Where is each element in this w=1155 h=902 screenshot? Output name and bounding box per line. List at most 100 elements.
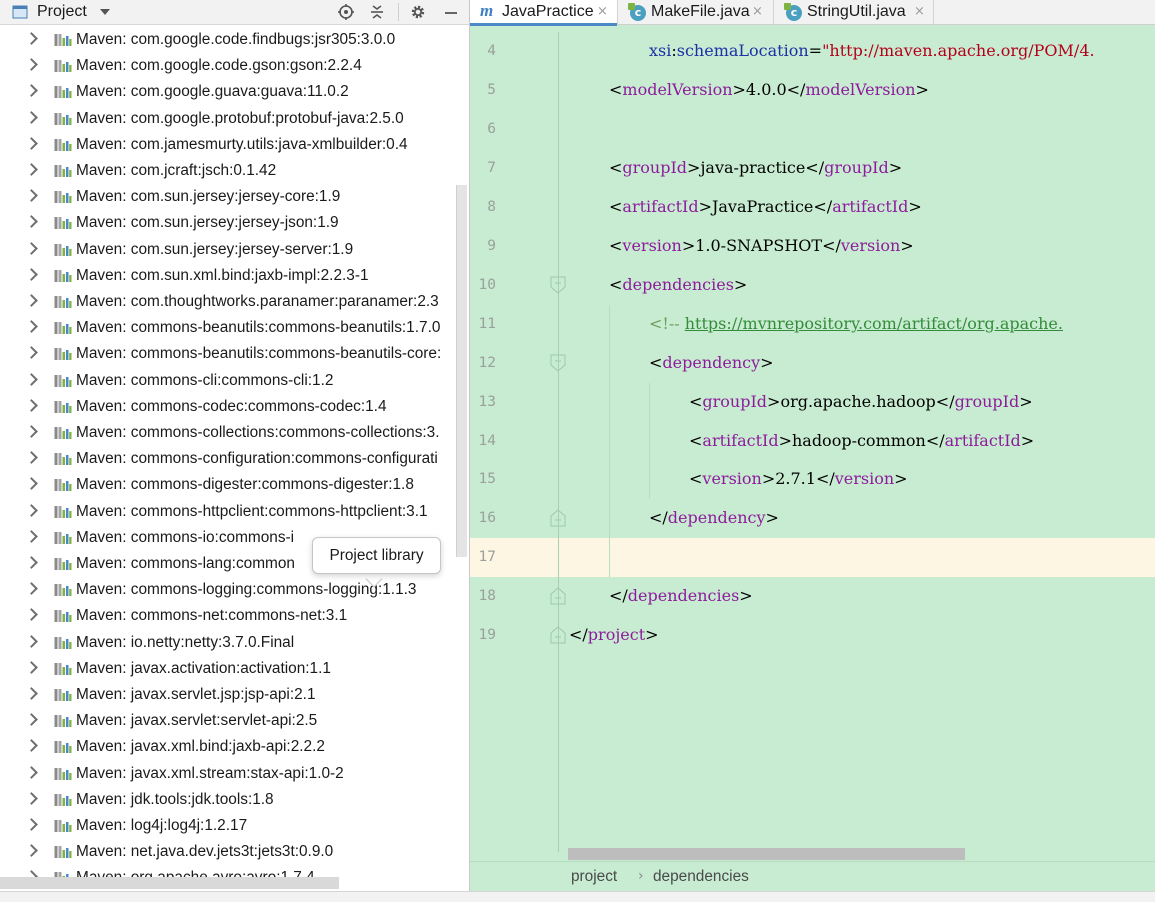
code-editor[interactable]: 4 xsi:schemaLocation="http://maven.apache… [470,32,1155,852]
editor-horizontal-scrollbar[interactable] [568,848,965,860]
close-icon[interactable]: × [597,4,608,20]
tree-item-library[interactable]: Maven: com.sun.xml.bind:jaxb-impl:2.2.3-… [0,263,469,289]
tree-item-library[interactable]: Maven: net.java.dev.jets3t:jets3t:0.9.0 [0,839,469,865]
expand-arrow-icon[interactable] [25,189,38,203]
tree-item-library[interactable]: Maven: javax.xml.bind:jaxb-api:2.2.2 [0,734,469,760]
code-line[interactable]: 9 <version>1.0-SNAPSHOT</version> [470,227,1155,266]
expand-arrow-icon[interactable] [25,58,38,72]
tree-item-library[interactable]: Maven: com.sun.jersey:jersey-core:1.9 [0,184,469,210]
expand-arrow-icon[interactable] [25,136,38,150]
vertical-scrollbar[interactable] [456,185,467,557]
horizontal-scrollbar[interactable] [0,877,339,889]
gear-icon[interactable] [410,4,426,20]
close-icon[interactable]: × [752,4,763,20]
tree-item-library[interactable]: Maven: commons-logging:commons-logging:1… [0,577,469,603]
expand-arrow-icon[interactable] [25,346,38,360]
expand-arrow-icon[interactable] [25,529,38,543]
code-token[interactable]: https://mvnrepository.com/artifact/org.a… [685,314,1063,333]
tree-item-library[interactable]: Maven: commons-beanutils:commons-beanuti… [0,315,469,341]
expand-arrow-icon[interactable] [25,215,38,229]
code-line[interactable]: 14 <artifactId>hadoop-common</artifactId> [470,422,1155,461]
tree-item-library[interactable]: Maven: javax.servlet.jsp:jsp-api:2.1 [0,682,469,708]
expand-arrow-icon[interactable] [25,163,38,176]
line-code: </project> [569,624,659,646]
expand-arrow-icon[interactable] [25,372,38,386]
code-line[interactable]: 8 <artifactId>JavaPractice</artifactId> [470,188,1155,227]
expand-arrow-icon[interactable] [25,320,38,334]
expand-arrow-icon[interactable] [25,398,38,412]
code-line[interactable]: 4 xsi:schemaLocation="http://maven.apache… [470,32,1155,71]
code-line[interactable]: 12 <dependency> [470,344,1155,383]
tree-item-library[interactable]: Maven: log4j:log4j:1.2.17 [0,813,469,839]
tree-item-library[interactable]: Maven: jdk.tools:jdk.tools:1.8 [0,787,469,813]
tree-item-library[interactable]: Maven: com.google.guava:guava:11.0.2 [0,79,469,105]
code-line[interactable]: 5 <modelVersion>4.0.0</modelVersion> [470,71,1155,110]
tree-item-library[interactable]: Maven: com.jamesmurty.utils:java-xmlbuil… [0,132,469,158]
tree-item-library[interactable]: Maven: com.sun.jersey:jersey-json:1.9 [0,210,469,236]
tree-item-library[interactable]: Maven: io.netty:netty:3.7.0.Final [0,630,469,656]
code-line[interactable]: 7 <groupId>java-practice</groupId> [470,149,1155,188]
expand-arrow-icon[interactable] [25,503,38,517]
expand-arrow-icon[interactable] [25,582,38,596]
library-icon [54,583,72,597]
tree-item-library[interactable]: Maven: com.google.code.findbugs:jsr305:3… [0,27,469,53]
tree-item-library[interactable]: Maven: com.jcraft:jsch:0.1.42 [0,158,469,184]
close-icon[interactable]: × [914,4,925,20]
tree-item-library[interactable]: Maven: commons-configuration:commons-con… [0,446,469,472]
tree-item-library[interactable]: Maven: commons-beanutils:commons-beanuti… [0,341,469,367]
expand-arrow-icon[interactable] [25,425,38,438]
breadcrumb-project[interactable]: project [571,867,617,887]
tree-item-library[interactable]: Maven: commons-digester:commons-digester… [0,472,469,498]
tab-makefile-java[interactable]: c MakeFile.java × [618,0,774,25]
tree-item-library[interactable]: Maven: javax.activation:activation:1.1 [0,656,469,682]
tab-javapractice[interactable]: m JavaPractice × [470,0,618,26]
tree-item-library[interactable]: Maven: commons-net:commons-net:3.1 [0,603,469,629]
expand-arrow-icon[interactable] [25,110,38,124]
code-line[interactable]: 16 </dependency> [470,499,1155,538]
expand-arrow-icon[interactable] [25,84,38,98]
expand-arrow-icon[interactable] [25,818,38,831]
expand-arrow-icon[interactable] [25,739,38,753]
tree-item-library[interactable]: Maven: javax.xml.stream:stax-api:1.0-2 [0,761,469,787]
expand-arrow-icon[interactable] [25,32,38,45]
dropdown-arrow-icon[interactable] [100,9,110,15]
code-line[interactable]: 10 <dependencies> [470,266,1155,305]
expand-arrow-icon[interactable] [25,765,38,779]
hide-icon[interactable] [443,4,459,20]
project-view-selector[interactable]: Project [37,2,87,22]
tree-item-library[interactable]: Maven: com.google.protobuf:protobuf-java… [0,106,469,132]
expand-arrow-icon[interactable] [25,608,38,622]
project-tool-window: Project Maven: com.google.code.findbugs:… [0,0,469,891]
code-line[interactable]: 18 </dependencies> [470,577,1155,616]
breadcrumb-dependencies[interactable]: dependencies [653,867,749,887]
tree-item-library[interactable]: Maven: javax.servlet:servlet-api:2.5 [0,708,469,734]
tree-item-library[interactable]: Maven: commons-codec:commons-codec:1.4 [0,394,469,420]
tree-item-library[interactable]: Maven: commons-collections:commons-colle… [0,420,469,446]
expand-arrow-icon[interactable] [25,267,38,281]
collapse-all-icon[interactable] [369,4,385,20]
code-line[interactable]: 11 <!-- https://mvnrepository.com/artifac… [470,305,1155,344]
code-line[interactable]: 13 <groupId>org.apache.hadoop</groupId> [470,383,1155,422]
expand-arrow-icon[interactable] [25,791,38,805]
expand-arrow-icon[interactable] [25,451,38,465]
code-line[interactable]: 19 </project> [470,616,1155,655]
code-line[interactable]: 15 <version>2.7.1</version> [470,460,1155,499]
tree-item-library[interactable]: Maven: commons-httpclient:commons-httpcl… [0,499,469,525]
expand-arrow-icon[interactable] [25,634,38,648]
code-line[interactable]: 6 [470,110,1155,149]
expand-arrow-icon[interactable] [25,294,38,307]
tree-item-library[interactable]: Maven: com.sun.jersey:jersey-server:1.9 [0,237,469,263]
code-line-current[interactable]: 17 [470,538,1155,578]
expand-arrow-icon[interactable] [25,477,38,491]
expand-arrow-icon[interactable] [25,241,38,255]
expand-arrow-icon[interactable] [25,660,38,674]
locate-icon[interactable] [338,4,354,20]
expand-arrow-icon[interactable] [25,556,38,569]
expand-arrow-icon[interactable] [25,844,38,858]
expand-arrow-icon[interactable] [25,687,38,700]
tree-item-library[interactable]: Maven: com.google.code.gson:gson:2.2.4 [0,53,469,79]
tree-item-library[interactable]: Maven: commons-cli:commons-cli:1.2 [0,368,469,394]
tab-stringutil-java[interactable]: c StringUtil.java × [774,0,934,25]
expand-arrow-icon[interactable] [25,713,38,727]
tree-item-library[interactable]: Maven: com.thoughtworks.paranamer:parana… [0,289,469,315]
